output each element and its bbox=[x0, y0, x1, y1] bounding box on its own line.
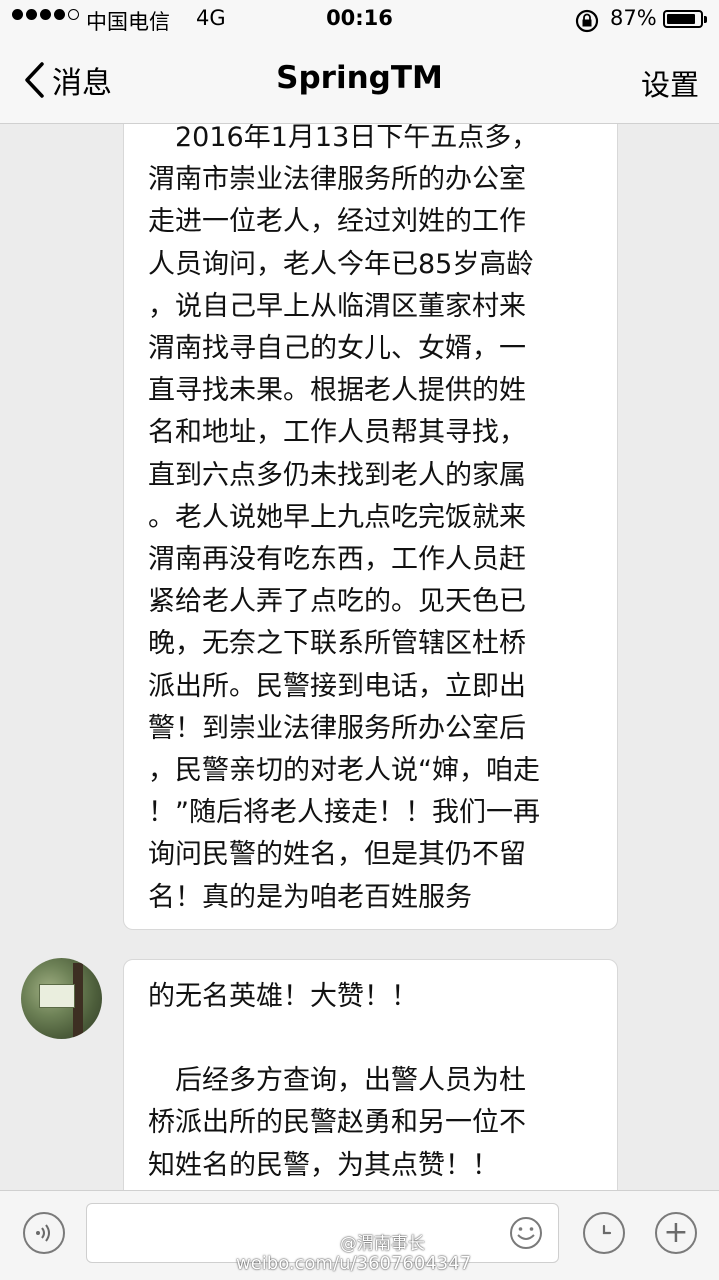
message-line: 知姓名的民警，为其点赞！！ bbox=[148, 1149, 499, 1181]
emoji-icon[interactable] bbox=[508, 1215, 544, 1251]
message-line: 人员询问，老人今年已85岁高龄 bbox=[148, 248, 534, 280]
clock-icon bbox=[602, 1224, 612, 1235]
message-bubble[interactable]: 的无名英雄！大赞！！ 后经多方查询，出警人员为杜 桥派出所的民警赵勇和另一位不 … bbox=[123, 959, 618, 1190]
message-line: ，民警亲切的对老人说“婶，咱走 bbox=[148, 755, 540, 787]
voice-input-button[interactable] bbox=[23, 1212, 65, 1254]
rotation-lock-icon bbox=[574, 8, 600, 39]
message-line: 后经多方查询，出警人员为杜 bbox=[148, 1065, 526, 1097]
message-line: 紧给老人弄了点吃的。见天色已 bbox=[148, 586, 526, 618]
plus-icon: + bbox=[663, 1215, 689, 1250]
chat-title: SpringTM bbox=[276, 60, 443, 96]
message-bubble[interactable]: 2016年1月13日下午五点多， 渭南市崇业法律服务所的办公室 走进一位老人，经… bbox=[123, 124, 618, 930]
message-line: 渭南市崇业法律服务所的办公室 bbox=[148, 164, 526, 196]
avatar[interactable] bbox=[21, 958, 102, 1039]
message-line: 走进一位老人，经过刘姓的工作 bbox=[148, 206, 526, 238]
status-bar: 中国电信 4G 00:16 87% bbox=[0, 0, 719, 40]
input-bar: + bbox=[0, 1190, 719, 1280]
message-line: 派出所。民警接到电话，立即出 bbox=[148, 670, 526, 702]
nav-bar: 消息 SpringTM 设置 bbox=[0, 40, 719, 124]
message-line: 直寻找未果。根据老人提供的姓 bbox=[148, 375, 526, 407]
message-line: 名！真的是为咱老百姓服务 bbox=[148, 881, 472, 913]
message-line: ，说自己早上从临渭区董家村来 bbox=[148, 290, 526, 322]
message-line: 渭南再没有吃东西，工作人员赶 bbox=[148, 544, 526, 576]
message-line: 警！到崇业法律服务所办公室后 bbox=[148, 712, 526, 744]
message-input[interactable] bbox=[86, 1203, 559, 1263]
voice-icon bbox=[36, 1224, 50, 1242]
message-line: 的无名英雄！大赞！！ bbox=[148, 981, 418, 1012]
settings-button[interactable]: 设置 bbox=[641, 62, 699, 104]
battery-percent: 87% bbox=[610, 6, 657, 30]
history-button[interactable] bbox=[583, 1212, 625, 1254]
battery-icon bbox=[663, 10, 707, 28]
message-line: 直到六点多仍未找到老人的家属 bbox=[148, 459, 526, 491]
more-button[interactable]: + bbox=[655, 1212, 697, 1254]
message-line: 名和地址，工作人员帮其寻找， bbox=[148, 417, 526, 449]
chat-messages[interactable]: 2016年1月13日下午五点多， 渭南市崇业法律服务所的办公室 走进一位老人，经… bbox=[0, 124, 719, 1190]
message-line: 询问民警的姓名，但是其仍不留 bbox=[148, 839, 526, 871]
message-line: 晚，无奈之下联系所管辖区杜桥 bbox=[148, 628, 526, 660]
message-line: 渭南找寻自己的女儿、女婿，一 bbox=[148, 333, 526, 365]
message-line: 2016年1月13日下午五点多， bbox=[148, 124, 539, 153]
message-line: ！”随后将老人接走！！我们一再 bbox=[148, 797, 540, 829]
message-line: 桥派出所的民警赵勇和另一位不 bbox=[148, 1107, 526, 1139]
message-line: 。老人说她早上九点吃完饭就来 bbox=[148, 501, 526, 533]
